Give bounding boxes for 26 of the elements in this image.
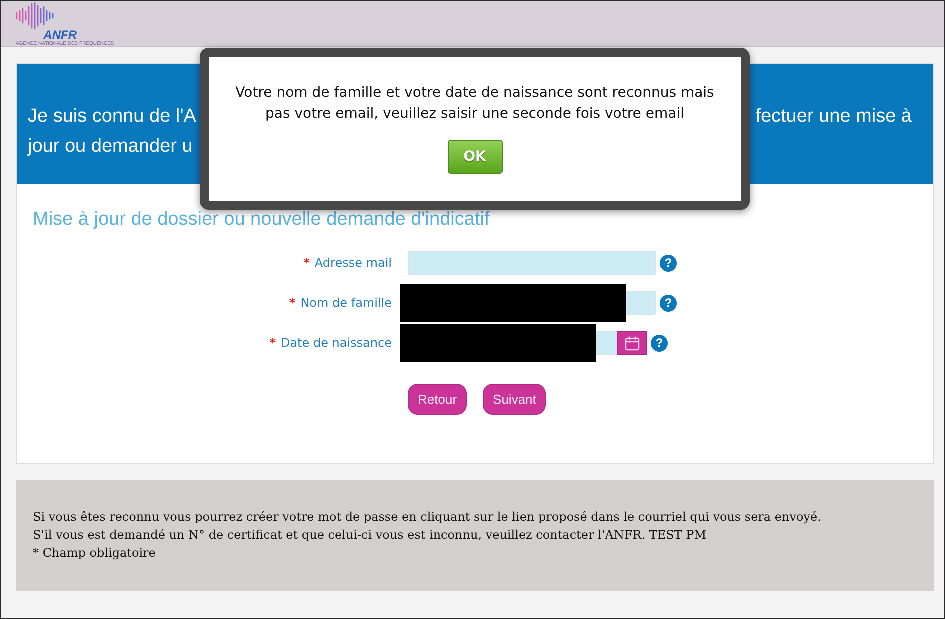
sound-wave-icon — [16, 2, 54, 30]
text-input-field[interactable] — [626, 291, 656, 315]
help-icon[interactable]: ? — [660, 254, 677, 272]
form-button[interactable]: Retour — [408, 384, 468, 415]
help-icon[interactable]: ? — [651, 334, 668, 352]
field-label: Nom de famille — [300, 295, 392, 312]
text-input-field[interactable] — [408, 251, 656, 275]
form-button[interactable]: Suivant — [483, 384, 546, 415]
field-label: Adresse mail — [314, 255, 392, 272]
required-mark: * — [289, 295, 296, 312]
banner-text: jour ou demander u — [28, 135, 194, 159]
field-label: Date de naissance — [280, 335, 392, 352]
required-mark: * — [304, 255, 310, 272]
banner-text: fectuer une mise à — [756, 105, 912, 129]
notice-text: Si vous êtes reconnu vous pourrez créer votre mot de passe en cliquant sur le lien proposé dans le courriel qui vous sera envoyé. — [33, 509, 822, 526]
required-mark: * — [270, 335, 276, 352]
calendar-icon — [624, 336, 640, 350]
logo-wordmark: ANFR — [44, 30, 77, 41]
notice-text: * Champ obligatoire — [33, 545, 157, 562]
date-input-field[interactable] — [596, 331, 617, 355]
help-icon[interactable]: ? — [660, 294, 677, 312]
notice-text: S'il vous est demandé un N° de certificat et que celui-ci vous est inconnu, veuillez contacter l'ANFR. TEST PM — [33, 527, 708, 544]
dialog-message: Votre nom de famille et votre date de naissance sont reconnus mais pas votre email, veuillez saisir une seconde fois votre email — [234, 84, 716, 124]
calendar-button[interactable] — [617, 331, 647, 355]
banner-text: Je suis connu de l'A — [28, 105, 196, 129]
form-title: Mise à jour de dossier ou nouvelle demande d'indicatif — [33, 209, 491, 231]
